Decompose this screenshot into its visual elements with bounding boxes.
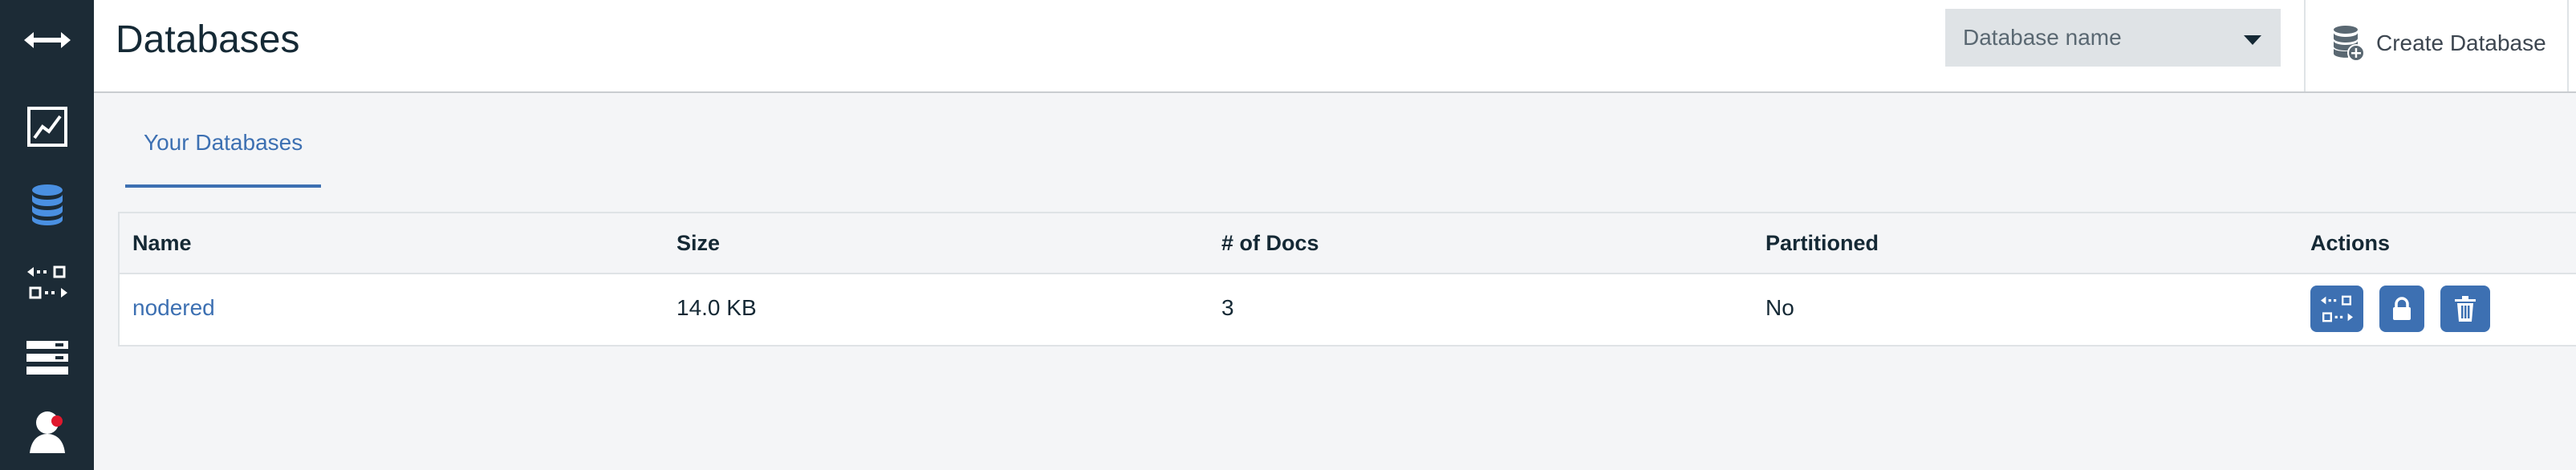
- page-header: Databases Database name Create Database: [94, 0, 2576, 93]
- replicate-button[interactable]: [2310, 286, 2363, 332]
- server-list-icon: [26, 341, 68, 375]
- sidebar-item-replication[interactable]: [0, 244, 94, 321]
- database-icon: [31, 184, 63, 225]
- chevron-down-icon: [2244, 35, 2261, 45]
- lock-icon: [2393, 297, 2411, 320]
- databases-table: Name Size # of Docs Partitioned Actions …: [118, 212, 2576, 346]
- header-divider: [2304, 0, 2306, 91]
- tab-label: Your Databases: [144, 130, 303, 155]
- notification-dot: [51, 415, 63, 427]
- sidebar-item-user[interactable]: [0, 393, 94, 470]
- trash-icon: [2455, 296, 2476, 322]
- column-header-actions: Actions: [2310, 231, 2391, 255]
- database-name-select[interactable]: Database name: [1945, 9, 2281, 67]
- column-header-docs[interactable]: # of Docs: [1221, 231, 1319, 256]
- page-title: Databases: [116, 18, 300, 61]
- database-doc-count: 3: [1221, 295, 1234, 320]
- replication-icon: [26, 265, 67, 299]
- table-header: Name Size # of Docs Partitioned Actions: [120, 213, 2576, 274]
- sidebar-item-activity[interactable]: [0, 88, 94, 165]
- sidebar: [0, 0, 94, 470]
- delete-database-button[interactable]: [2440, 286, 2490, 332]
- sidebar-item-toggle[interactable]: [0, 2, 94, 79]
- create-database-button[interactable]: Create Database: [2333, 21, 2546, 66]
- expand-arrows-icon: [23, 32, 71, 48]
- replicate-icon: [2321, 295, 2353, 322]
- column-header-name[interactable]: Name: [132, 231, 192, 256]
- sidebar-item-setup[interactable]: [0, 319, 94, 396]
- activity-chart-icon: [26, 107, 67, 147]
- column-header-size[interactable]: Size: [677, 231, 720, 256]
- table-row: nodered 14.0 KB 3 No: [120, 274, 2576, 345]
- database-partitioned: No: [1765, 295, 1794, 320]
- column-header-partitioned[interactable]: Partitioned: [1765, 231, 1879, 256]
- permissions-button[interactable]: [2379, 286, 2424, 332]
- sidebar-item-databases[interactable]: [0, 167, 94, 244]
- database-size: 14.0 KB: [677, 295, 757, 320]
- tab-your-databases[interactable]: Your Databases: [125, 111, 321, 188]
- add-database-icon: [2334, 26, 2365, 62]
- create-database-label: Create Database: [2376, 30, 2546, 55]
- database-name-link[interactable]: nodered: [132, 295, 215, 321]
- header-divider-right: [2567, 0, 2569, 91]
- database-select-placeholder: Database name: [1963, 25, 2122, 50]
